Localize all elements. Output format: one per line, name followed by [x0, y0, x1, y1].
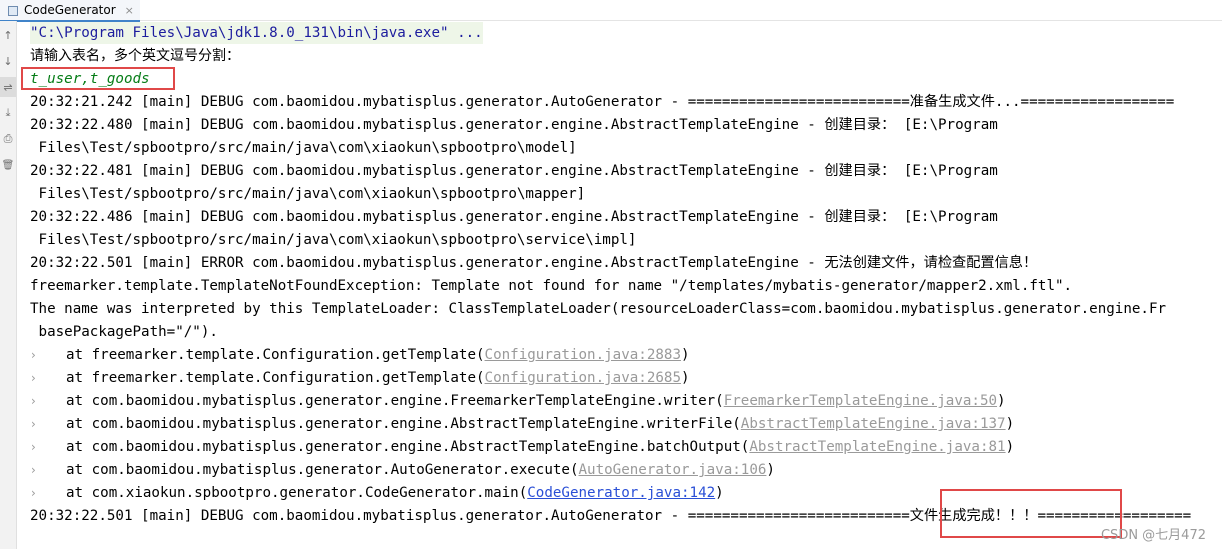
- error-log-line: 20:32:22.501 [main] ERROR com.baomidou.m…: [30, 255, 1038, 271]
- tool-window-tabbar: CodeGenerator ×: [0, 0, 1222, 22]
- log-line: 20:32:21.242 [main] DEBUG com.baomidou.m…: [30, 94, 1175, 110]
- soft-wrap-icon[interactable]: ⇌: [0, 77, 16, 97]
- close-icon[interactable]: ×: [125, 4, 134, 17]
- log-line: 20:32:22.480 [main] DEBUG com.baomidou.m…: [30, 117, 998, 133]
- arrow-down-icon[interactable]: ↓: [0, 51, 16, 71]
- source-link[interactable]: FreemarkerTemplateEngine.java:50: [724, 393, 997, 409]
- stack-frame: at com.xiaokun.spbootpro.generator.CodeG…: [66, 485, 724, 501]
- source-link[interactable]: CodeGenerator.java:142: [527, 485, 715, 501]
- source-link[interactable]: Configuration.java:2883: [485, 347, 681, 363]
- fold-arrow-icon[interactable]: ›: [31, 436, 41, 458]
- stack-frame: at com.baomidou.mybatisplus.generator.Au…: [66, 462, 775, 478]
- console-output[interactable]: "C:\Program Files\Java\jdk1.8.0_131\bin\…: [16, 22, 1222, 549]
- input-prompt: 请输入表名，多个英文逗号分割：: [30, 48, 240, 64]
- print-icon[interactable]: ⎙: [0, 129, 16, 149]
- trash-icon[interactable]: 🗑: [0, 155, 16, 175]
- scroll-to-end-icon[interactable]: ⤓: [0, 103, 16, 123]
- command-line[interactable]: "C:\Program Files\Java\jdk1.8.0_131\bin\…: [30, 22, 483, 44]
- stack-frame: at freemarker.template.Configuration.get…: [66, 347, 690, 363]
- log-line: Files\Test/spbootpro/src/main/java\com\x…: [30, 186, 586, 202]
- exception-line: freemarker.template.TemplateNotFoundExce…: [30, 278, 1073, 294]
- source-link[interactable]: AbstractTemplateEngine.java:137: [741, 416, 1006, 432]
- stack-frame: at com.baomidou.mybatisplus.generator.en…: [66, 393, 1006, 409]
- fold-arrow-icon[interactable]: ›: [31, 367, 41, 389]
- watermark: CSDN @七月472: [1100, 528, 1206, 543]
- stack-frame: at com.baomidou.mybatisplus.generator.en…: [66, 439, 1015, 455]
- log-line: 20:32:22.486 [main] DEBUG com.baomidou.m…: [30, 209, 998, 225]
- arrow-up-icon[interactable]: ↑: [0, 25, 16, 45]
- tab-codegenerator[interactable]: CodeGenerator ×: [0, 0, 140, 22]
- fold-arrow-icon[interactable]: ›: [31, 344, 41, 366]
- source-link[interactable]: AbstractTemplateEngine.java:81: [749, 439, 1005, 455]
- source-link[interactable]: AutoGenerator.java:106: [579, 462, 767, 478]
- highlight-box-complete: [940, 489, 1122, 538]
- exception-line: The name was interpreted by this Templat…: [30, 301, 1167, 317]
- highlight-box-input: [21, 67, 175, 90]
- exception-line: basePackagePath="/").: [30, 324, 218, 340]
- log-line: 20:32:22.481 [main] DEBUG com.baomidou.m…: [30, 163, 998, 179]
- source-link[interactable]: Configuration.java:2685: [485, 370, 681, 386]
- console-toolbar: ↑ ↓ ⇌ ⤓ ⎙ 🗑: [0, 21, 17, 549]
- stack-frame: at freemarker.template.Configuration.get…: [66, 370, 690, 386]
- log-line: Files\Test/spbootpro/src/main/java\com\x…: [30, 140, 577, 156]
- fold-arrow-icon[interactable]: ›: [31, 413, 41, 435]
- tab-title: CodeGenerator: [24, 3, 116, 17]
- fold-arrow-icon[interactable]: ›: [31, 459, 41, 481]
- log-line: Files\Test/spbootpro/src/main/java\com\x…: [30, 232, 637, 248]
- stack-frame: at com.baomidou.mybatisplus.generator.en…: [66, 416, 1015, 432]
- run-config-icon: [8, 5, 19, 16]
- fold-arrow-icon[interactable]: ›: [31, 390, 41, 412]
- fold-arrow-icon[interactable]: ›: [31, 482, 41, 504]
